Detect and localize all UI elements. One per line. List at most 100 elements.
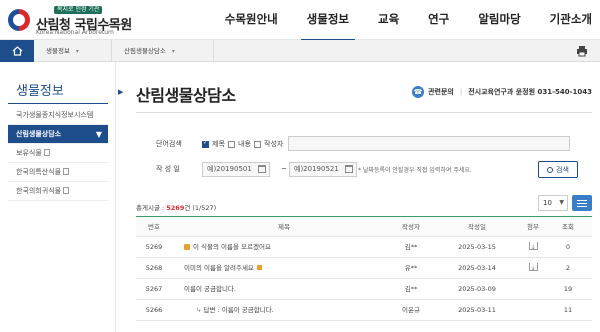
col-file: 첨부: [527, 223, 539, 231]
row-title: 이 식물의 이름을 모르겠어요: [193, 243, 271, 251]
keyword-row: 단어검색 제목 내용 작성자: [136, 135, 592, 153]
download-icon[interactable]: [528, 237, 538, 258]
new-badge-icon: [256, 265, 262, 270]
post-table: 번호 제목 작성자 작성일 첨부 조회 5269 이 식물의 이름을 모르겠어요…: [136, 217, 592, 321]
per-page-select[interactable]: 10 ▼: [538, 195, 568, 211]
divider: [136, 112, 592, 113]
list-view-button[interactable]: [572, 195, 592, 211]
date-to-value: 예)20190521: [294, 165, 339, 173]
download-icon[interactable]: [528, 258, 538, 279]
row-title-link[interactable]: 이름이 궁금합니다.: [184, 279, 384, 300]
breadcrumb-item-1[interactable]: 생물정보 ▾: [36, 40, 112, 62]
row-writer: 김**: [404, 285, 418, 293]
option-title-checkbox[interactable]: 제목: [202, 139, 225, 149]
main-content: 산림생물상담소 ☎ 관련문의 | 전시교육연구과 윤정원 031-540-104…: [128, 62, 600, 332]
search-form: 단어검색 제목 내용 작성자 작 성 일 예)20190501 ~ 예)2019…: [136, 128, 592, 184]
list-icon: [577, 206, 587, 207]
row-views: 2: [565, 264, 571, 272]
nav-item-arboretum[interactable]: 수목원안내: [225, 0, 278, 40]
site-logo[interactable]: 복지로 인정 기관 산림청 국립수목원 Korea National Arbor…: [8, 6, 138, 36]
option-label: 내용: [238, 140, 251, 148]
post-count: 총게시글 : 5269건 (1/527): [136, 202, 216, 212]
chevron-down-icon: ▼: [559, 199, 564, 206]
row-writer: 유**: [404, 264, 418, 272]
date-to-input[interactable]: 예)20190521: [289, 162, 357, 177]
logo-eng: Korea National Arboretum: [36, 29, 114, 36]
nav-item-about[interactable]: 기관소개: [550, 0, 592, 40]
sidebar-item-label: 한국의희귀식물: [16, 187, 62, 195]
breadcrumb-label: 산림생물상담소: [124, 47, 166, 55]
table-row: 5269 이 식물의 이름을 모르겠어요 김** 2025-03-15 0: [136, 237, 592, 258]
list-icon: [577, 200, 587, 201]
row-views: 0: [565, 243, 571, 251]
chevron-down-icon: ▼: [95, 130, 102, 139]
print-icon[interactable]: [576, 45, 588, 57]
sidebar-menu: 국가생물종지식정보시스템 산림생물상담소 ▼ 보유식물 한국의특산식물 한국의희귀…: [8, 106, 108, 201]
row-file[interactable]: [518, 258, 548, 279]
option-content-checkbox[interactable]: 내용: [228, 139, 251, 149]
row-no: 5268: [145, 264, 163, 272]
date-label: 작 성 일: [156, 165, 180, 173]
date-from-value: 예)20190501: [207, 165, 252, 173]
row-title-link[interactable]: 이미의 이름을 알려주세요: [184, 258, 384, 279]
external-doc-icon: [43, 149, 50, 156]
row-views: 19: [563, 285, 573, 293]
nav-item-research[interactable]: 연구: [428, 0, 449, 40]
emblem-icon: [8, 9, 30, 31]
sidebar-item-consult[interactable]: 산림생물상담소 ▼: [8, 125, 108, 144]
checkbox[interactable]: [254, 140, 261, 148]
col-no: 번호: [148, 223, 160, 231]
chevron-down-icon: ▾: [171, 48, 175, 55]
keyword-input[interactable]: [288, 136, 570, 151]
checkbox[interactable]: [228, 140, 235, 148]
date-from-input[interactable]: 예)20190501: [202, 162, 270, 177]
nav-item-bio-info[interactable]: 생물정보: [300, 0, 356, 42]
row-date: 2025-03-14: [458, 264, 496, 272]
row-title-link[interactable]: ↳ 답변 : 이름이 궁금합니다.: [184, 300, 384, 321]
chevron-down-icon: ▾: [75, 48, 79, 55]
row-date: 2025-03-09: [458, 285, 496, 293]
row-file[interactable]: [518, 237, 548, 258]
date-hint: * 날짜등록이 안될경우 직접 입력하여 주세요.: [358, 167, 472, 174]
logo-tag: 복지로 인정 기관: [54, 6, 103, 14]
sidebar-item-species-system[interactable]: 국가생물종지식정보시스템: [8, 106, 108, 125]
nav-item-education[interactable]: 교육: [378, 0, 399, 40]
external-doc-icon: [63, 187, 70, 194]
option-writer-checkbox[interactable]: 작성자: [254, 139, 283, 149]
sidebar-item-label: 국가생물종지식정보시스템: [16, 111, 94, 119]
contact-info: ☎ 관련문의 | 전시교육연구과 윤정원 031-540-1043: [412, 86, 592, 98]
option-label: 작성자: [264, 140, 284, 148]
calendar-icon[interactable]: [258, 165, 266, 173]
sidebar-item-rare[interactable]: 한국의희귀식물: [8, 182, 108, 201]
search-icon: [547, 166, 554, 173]
home-button[interactable]: [0, 40, 34, 62]
sidebar-item-endemic[interactable]: 한국의특산식물: [8, 163, 108, 182]
count-suffix: 건 (1/527): [184, 204, 217, 212]
sidebar-title: 생물정보: [16, 84, 64, 99]
col-date: 작성일: [468, 223, 486, 231]
nav-item-news[interactable]: 알림마당: [478, 0, 520, 40]
sidebar-item-label: 한국의특산식물: [16, 168, 62, 176]
page-title: 산림생물상담소: [136, 86, 236, 105]
row-views: 11: [563, 306, 573, 314]
sidebar-item-plants[interactable]: 보유식물: [8, 144, 108, 163]
sidebar-item-label: 보유식물: [16, 149, 42, 157]
table-header: 번호 제목 작성자 작성일 첨부 조회: [136, 217, 592, 237]
table-row: 5266 ↳ 답변 : 이름이 궁금합니다. 이윤규 2025-03-11 11: [136, 300, 592, 321]
row-date: 2025-03-11: [458, 306, 496, 314]
breadcrumb-label: 생물정보: [46, 47, 70, 55]
checkbox[interactable]: [202, 139, 209, 148]
col-title: 제목: [278, 223, 290, 231]
row-title: 답변 : 이름이 궁금합니다.: [203, 306, 274, 314]
calendar-icon[interactable]: [345, 165, 353, 173]
sidebar-toggle-icon[interactable]: ▶: [118, 88, 123, 96]
count-prefix: 총게시글 :: [136, 204, 167, 212]
main-nav: 수목원안내 생물정보 교육 연구 알림마당 기관소개: [196, 0, 592, 42]
sidebar: 생물정보 국가생물종지식정보시스템 산림생물상담소 ▼ 보유식물 한국의특산식물 …: [0, 62, 116, 332]
date-row: 작 성 일 예)20190501 ~ 예)20190521 * 날짜등록이 안될…: [136, 160, 592, 178]
count-number: 5269: [166, 204, 185, 212]
breadcrumb-item-2[interactable]: 산림생물상담소 ▾: [114, 40, 214, 62]
search-button[interactable]: 검색: [538, 161, 578, 178]
row-title-link[interactable]: 이 식물의 이름을 모르겠어요: [184, 237, 384, 258]
reply-icon: ↳: [196, 306, 202, 314]
